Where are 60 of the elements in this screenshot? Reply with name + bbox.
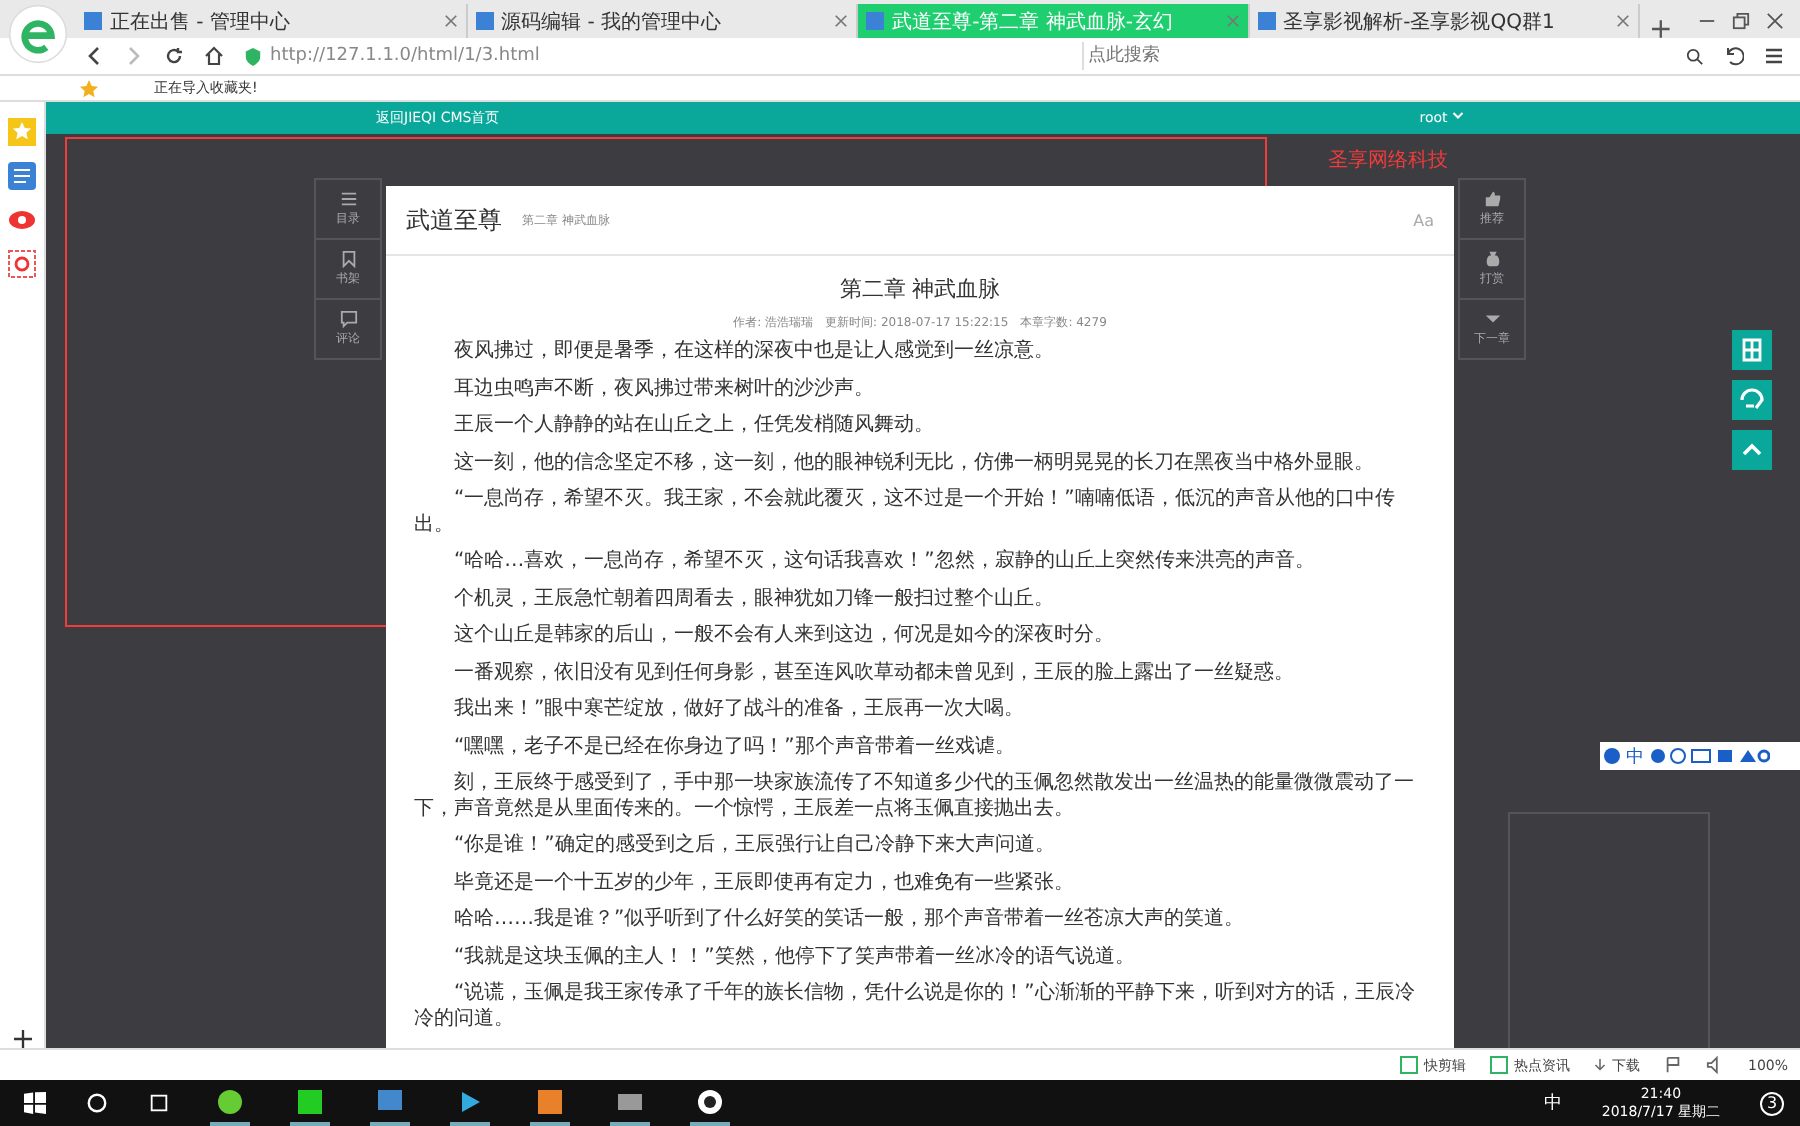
browser-tab[interactable]: 正在出售 - 管理中心 xyxy=(76,4,468,38)
book-title: 武道至尊 xyxy=(406,203,502,237)
share-icon[interactable] xyxy=(1732,380,1772,420)
download-icon xyxy=(1593,1058,1606,1072)
list-icon xyxy=(339,190,357,208)
search-icon[interactable] xyxy=(1686,47,1704,65)
paragraph: 一番观察，依旧没有见到任何身影，甚至连风吹草动都未曾见到，王辰的脸上露出了一丝疑惑。 xyxy=(452,661,1296,686)
paragraph: “说谎，玉佩是我王家传承了千年的族长信物，凭什么说是你的！”心渐渐的平静下来，听到对方的话，王辰冷冷的问道。 xyxy=(414,982,1417,1032)
undo-icon[interactable] xyxy=(1724,46,1744,66)
flag-icon[interactable] xyxy=(1663,1056,1682,1074)
ime-toolbar[interactable]: 中 xyxy=(1600,742,1800,770)
paragraph: 耳边虫鸣声不断，夜风拂过带来树叶的沙沙声。 xyxy=(452,377,876,402)
eye-icon[interactable] xyxy=(8,206,36,234)
paragraph: “一息尚存，希望不灭。我王家，不会就此覆灭，这不过是一个开始！”喃喃低语，低沉的声音从他的口中传出。 xyxy=(414,488,1397,538)
close-icon[interactable] xyxy=(1766,12,1784,30)
sound-icon[interactable] xyxy=(1705,1056,1724,1074)
search-input[interactable]: 点此搜索 xyxy=(1084,44,1686,68)
caret-icon[interactable] xyxy=(1452,110,1464,122)
scroll-up-icon[interactable] xyxy=(1732,430,1772,470)
reload-icon[interactable] xyxy=(164,46,184,66)
notification-badge[interactable]: 3 xyxy=(1760,1091,1784,1115)
paragraph: 这个山丘是韩家的后山，一般不会有人来到这边，何况是如今的深夜时分。 xyxy=(452,624,1116,649)
browser-tab[interactable]: 圣享影视解析-圣享影视QQ群1 xyxy=(1249,4,1641,38)
money-bag-icon xyxy=(1483,250,1501,268)
comment-icon xyxy=(339,310,357,328)
search-field[interactable]: 点此搜索 xyxy=(1082,42,1704,70)
notes-icon[interactable] xyxy=(8,162,36,190)
home-icon[interactable] xyxy=(204,46,224,66)
caret-down-icon xyxy=(1483,310,1501,328)
ime-tools-icon[interactable] xyxy=(1650,748,1770,764)
paragraph: 刻，王辰终于感受到了，手中那一块家族流传了不知道多少代的玉佩忽然散发出一丝温热的能量微微震动了一下，声音竟然是从里面传来的。一个惊愕，王辰差一点将玉佩直接抛出去。 xyxy=(414,772,1416,822)
paragraph: “哈哈…喜欢，一息尚存，希望不灭，这句话我喜欢！”忽然，寂静的山丘上突然传来洪亮的声音。 xyxy=(452,550,1317,575)
thumbs-up-icon xyxy=(1483,190,1501,208)
browser-logo-icon[interactable] xyxy=(8,4,68,64)
add-icon[interactable] xyxy=(13,1030,31,1048)
bookmark-icon xyxy=(339,250,357,268)
paragraph: 哈哈……我是谁？”似乎听到了什么好笑的笑话一般，那个声音带着一丝苍凉大声的笑道。 xyxy=(452,908,1247,933)
search-icon[interactable] xyxy=(86,1092,108,1114)
paragraph: 王辰一个人静静的站在山丘之上，任凭发梢随风舞动。 xyxy=(452,414,936,439)
restore-icon[interactable] xyxy=(1732,12,1750,30)
paragraph: 夜风拂过，即便是暑季，在这样的深夜中也是让人感觉到一丝凉意。 xyxy=(452,340,1056,365)
paragraph: 这一刻，他的信念坚定不移，这一刻，他的眼神锐利无比，仿佛一柄明晃晃的长刀在黑夜当中格外显眼。 xyxy=(452,451,1376,476)
annotation-label: 圣享网络科技 xyxy=(1328,147,1448,174)
back-icon[interactable] xyxy=(84,46,104,66)
star-icon[interactable] xyxy=(80,79,98,97)
paragraph: “我就是这块玉佩的主人！！”笑然，他停下了笑声带着一丝冰冷的语气说道。 xyxy=(452,945,1137,970)
start-icon[interactable] xyxy=(24,1092,46,1114)
paragraph: 我出来！”眼中寒芒绽放，做好了战斗的准备，王辰再一次大喝。 xyxy=(452,698,1027,723)
ime-logo-icon[interactable] xyxy=(1604,748,1620,764)
paragraph: 个机灵，王辰急忙朝着四周看去，眼神犹如刀锋一般扫过整个山丘。 xyxy=(452,587,1056,612)
ime-indicator[interactable]: 中 xyxy=(1543,1090,1562,1116)
paragraph: 毕竟还是一个十五岁的少年，王辰即使再有定力，也难免有一些紧张。 xyxy=(452,871,1076,896)
address-field[interactable]: http://127.1.1.0/html/1/3.html xyxy=(244,42,1062,70)
task-view-icon[interactable] xyxy=(148,1092,170,1114)
menu-icon[interactable] xyxy=(1764,46,1784,66)
chapter-title: 第二章 神武血脉 xyxy=(837,274,1003,304)
paragraph: “你是谁！”确定的感受到之后，王辰强行让自己冷静下来大声问道。 xyxy=(452,834,1057,859)
paragraph: “嘿嘿，老子不是已经在你身边了吗！”那个声音带着一丝戏谑。 xyxy=(452,735,1017,760)
shield-icon xyxy=(244,47,262,65)
grid-icon[interactable] xyxy=(1732,330,1772,370)
